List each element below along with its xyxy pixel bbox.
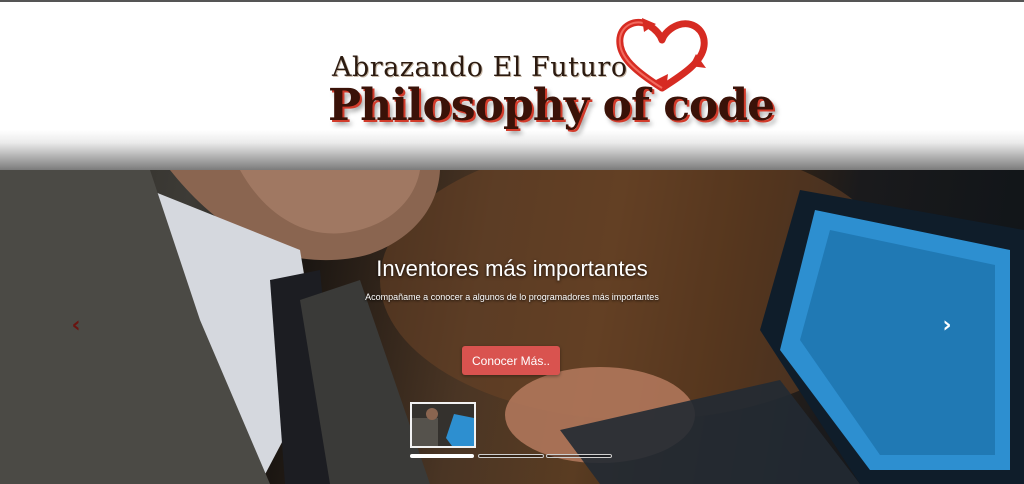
hero-carousel[interactable]: Inventores más importantes Acompañame a …: [0, 170, 1024, 484]
slide-indicator-1[interactable]: [410, 454, 474, 458]
learn-more-button[interactable]: Conocer Más..: [462, 346, 560, 375]
slide-caption: Inventores más importantes Acompañame a …: [0, 256, 1024, 302]
slide-indicator-3[interactable]: [546, 454, 612, 458]
heart-arrows-icon: [616, 18, 708, 92]
logo-tagline: Abrazando El Futuro: [332, 52, 628, 83]
chevron-right-icon[interactable]: ›: [935, 312, 959, 340]
chevron-left-icon[interactable]: ‹: [64, 312, 88, 340]
slide-thumbnail[interactable]: [410, 402, 476, 448]
thumbnail-image: [412, 404, 474, 446]
header-shadow: [0, 130, 1024, 172]
slide-indicator-2[interactable]: [478, 454, 544, 458]
site-logo[interactable]: Abrazando El Futuro Philosophy of code: [320, 16, 775, 136]
slide-background-image: [0, 170, 1024, 484]
slide-title: Inventores más importantes: [376, 256, 648, 281]
slide-subtitle: Acompañame a conocer a algunos de lo pro…: [365, 292, 659, 302]
